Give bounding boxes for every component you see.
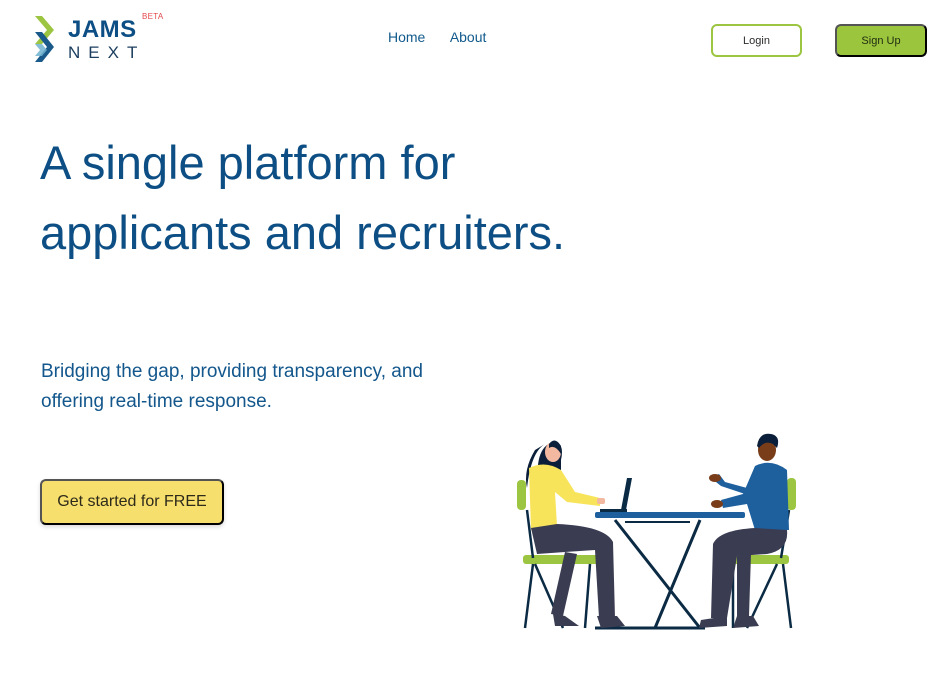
beta-badge: BETA	[142, 12, 164, 21]
logo-chevron-icon	[35, 16, 54, 62]
logo-subword: NEXT	[68, 43, 146, 62]
nav-about-link[interactable]: About	[450, 29, 487, 45]
login-button[interactable]: Login	[711, 24, 802, 57]
logo-wordmark: JAMS	[68, 16, 137, 43]
meeting-illustration	[517, 433, 796, 630]
logo[interactable]: JAMS NEXT BETA	[33, 12, 173, 68]
nav-home-link[interactable]: Home	[388, 29, 425, 45]
signup-button[interactable]: Sign Up	[835, 24, 927, 57]
main-nav: Home About	[388, 29, 506, 47]
hero-headline: A single platform for applicants and rec…	[40, 136, 566, 259]
hero-subtext: Bridging the gap, providing transparency…	[41, 361, 424, 412]
get-started-button[interactable]: Get started for FREE	[40, 479, 224, 525]
